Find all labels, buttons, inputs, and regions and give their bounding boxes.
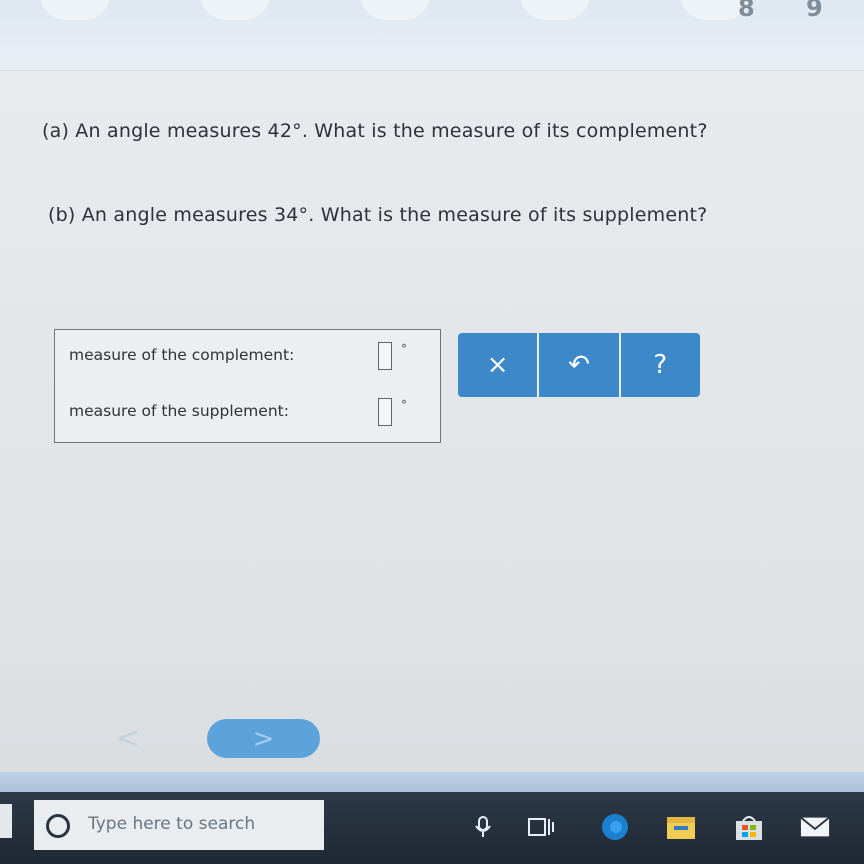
mail-icon[interactable] [800,812,830,842]
keyboard-key-shape [200,0,270,20]
edge-icon[interactable] [600,812,630,842]
supplement-degree-symbol: ° [401,398,407,412]
keyboard-key-shape [520,0,590,20]
next-button[interactable]: > [207,719,320,758]
previous-button[interactable]: < [108,718,148,758]
question-part-b: (b) An angle measures 34°. What is the m… [48,204,708,226]
question-part-a: (a) An angle measures 42°. What is the m… [42,120,708,142]
keyboard-row-remnant: 8 9 [0,0,864,71]
taskbar-edge [0,772,864,792]
supplement-row: measure of the supplement: ° [69,398,429,428]
supplement-label: measure of the supplement: [69,402,289,420]
search-icon [46,814,70,838]
supplement-input[interactable] [378,398,392,426]
complement-degree-symbol: ° [401,342,407,356]
search-input[interactable]: Type here to search [88,814,255,834]
clear-button[interactable]: × [458,333,540,397]
answer-toolbar: × ↶ ? [458,333,700,397]
keyboard-key-shape [360,0,430,20]
complement-row: measure of the complement: ° [69,342,429,372]
help-button[interactable]: ? [620,333,700,397]
keyboard-digit: 8 [738,0,755,22]
screen: 8 9 (a) An angle measures 42°. What is t… [0,0,864,864]
start-button[interactable] [0,804,12,838]
task-view-icon[interactable] [526,812,556,842]
file-explorer-icon[interactable] [666,812,696,842]
complement-label: measure of the complement: [69,346,295,364]
undo-button[interactable]: ↶ [539,333,621,397]
answer-box: measure of the complement: ° measure of … [54,329,441,443]
keyboard-digit: 9 [806,0,823,22]
store-icon[interactable] [734,812,764,842]
keyboard-key-shape [40,0,110,20]
taskbar-search-box[interactable]: Type here to search [34,800,324,850]
complement-input[interactable] [378,342,392,370]
microphone-icon[interactable] [468,812,498,842]
